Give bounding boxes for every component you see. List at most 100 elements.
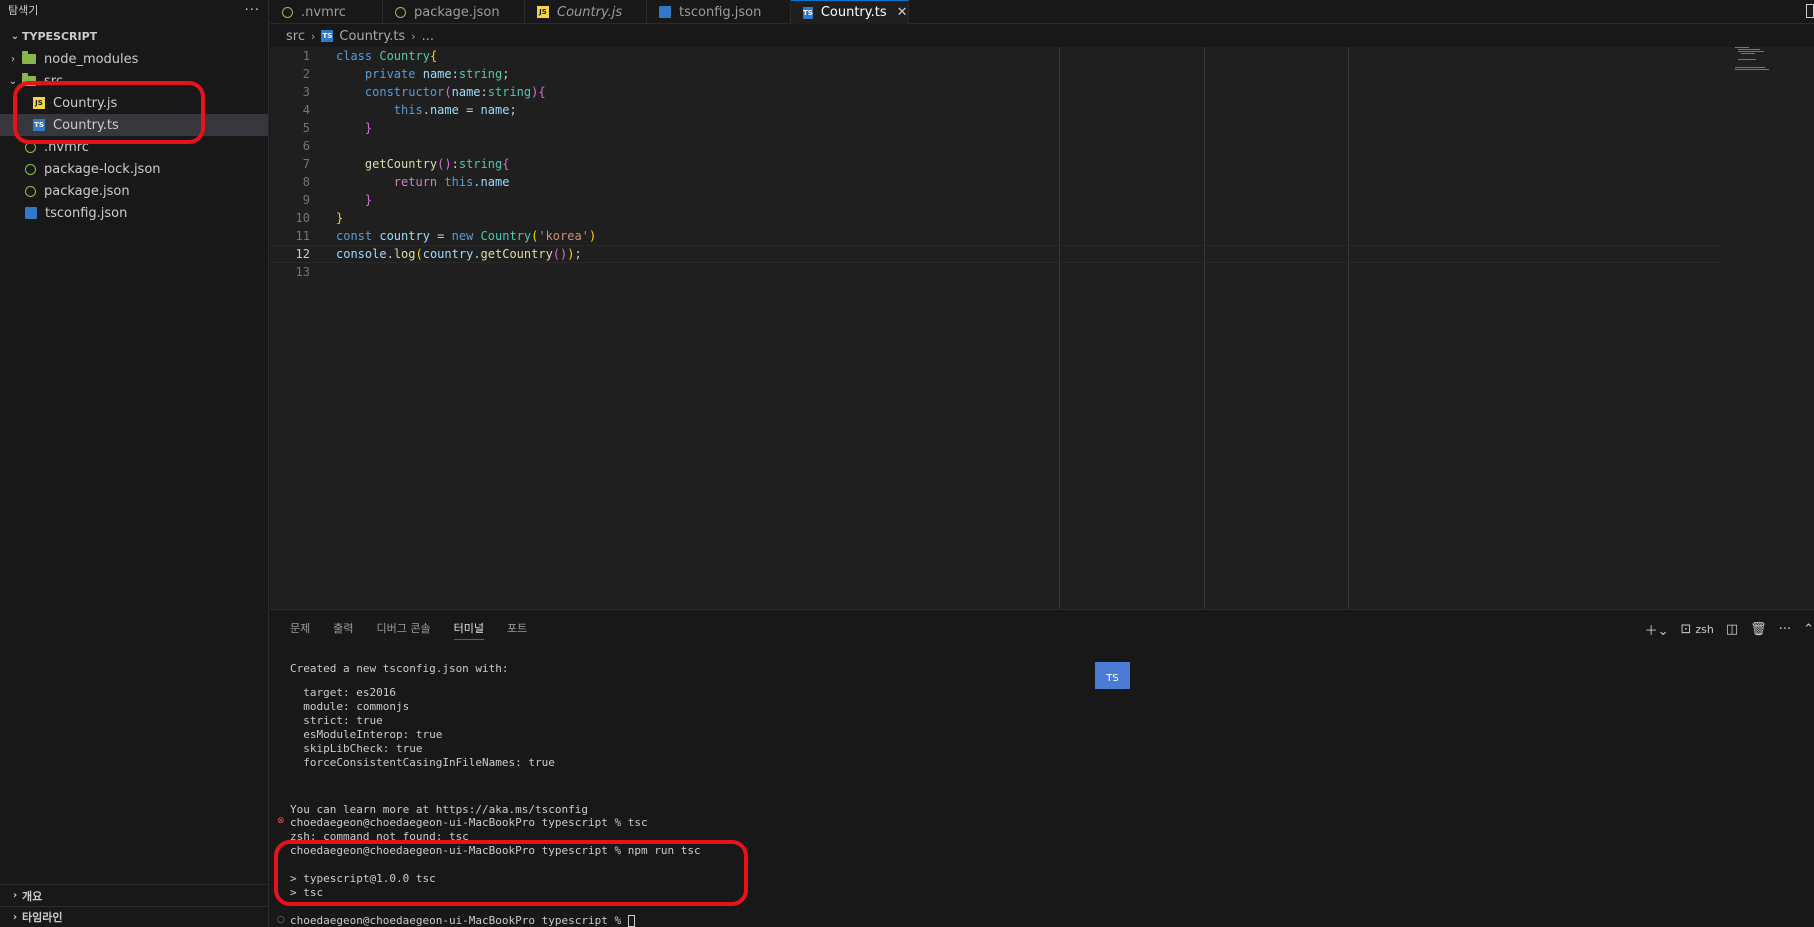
code-line: 9 }: [270, 191, 1720, 209]
code-line: 8 return this.name: [270, 173, 1720, 191]
nvmrc-file-icon: [282, 6, 293, 18]
split-terminal-icon[interactable]: ◫: [1726, 622, 1738, 637]
code-line: 7 getCountry():string{: [270, 155, 1720, 173]
new-terminal-icon[interactable]: ＋⌄: [1645, 620, 1669, 639]
breadcrumb-folder[interactable]: src: [286, 29, 305, 44]
tree-item-nvmrc[interactable]: .nvmrc: [0, 136, 268, 158]
json-file-icon: [395, 6, 406, 18]
shell-name: zsh: [1695, 623, 1714, 636]
json-file-icon: [25, 185, 36, 197]
tree-item-package-json[interactable]: package.json: [0, 180, 268, 202]
tab-ports[interactable]: 포트: [507, 620, 527, 640]
error-decoration-icon[interactable]: ⊗: [277, 816, 285, 826]
terminal-line: module: commonjs: [290, 700, 410, 713]
tree-item-label: node_modules: [44, 51, 139, 67]
terminal-line: forceConsistentCasingInFileNames: true: [290, 756, 555, 769]
project-section-header[interactable]: ⌄ TYPESCRIPT: [0, 25, 268, 47]
code-text: console.log(country.getCountry());: [336, 247, 582, 261]
tab-country-js[interactable]: JS Country.js: [525, 0, 647, 24]
folder-icon: [22, 51, 36, 64]
chevron-right-icon: ›: [11, 53, 15, 65]
code-line: 6: [270, 137, 1720, 155]
line-number: 2: [302, 67, 310, 81]
tree-item-label: tsconfig.json: [45, 205, 128, 221]
line-number: 5: [302, 121, 310, 135]
tab-nvmrc[interactable]: .nvmrc: [270, 0, 383, 24]
code-line: 11 const country = new Country('korea'): [270, 227, 1720, 245]
more-actions-icon[interactable]: ···: [1779, 622, 1791, 637]
tree-item-tsconfig-json[interactable]: tsconfig.json: [0, 202, 268, 224]
folder-icon: [22, 73, 36, 86]
code-line-current: 12 console.log(country.getCountry());: [270, 245, 1720, 263]
tab-label: Country.js: [557, 4, 623, 20]
prompt-text: choedaegeon@choedaegeon-ui-MacBookPro ty…: [290, 914, 628, 927]
breadcrumb-file[interactable]: Country.ts: [339, 29, 405, 44]
terminal-line: esModuleInterop: true: [290, 728, 443, 741]
terminal-line: strict: true: [290, 714, 383, 727]
code-text: private name:string;: [364, 67, 510, 81]
code-editor[interactable]: 1 class Country{ 2 private name:string; …: [270, 47, 1814, 609]
explorer-header: 탐색기 ···: [0, 0, 268, 20]
line-number: 9: [302, 193, 310, 207]
tab-terminal[interactable]: 터미널: [453, 620, 484, 640]
line-number: 11: [295, 229, 310, 243]
tree-item-label: .nvmrc: [44, 139, 89, 155]
trash-icon[interactable]: 🗑: [1750, 622, 1767, 637]
tree-item-package-lock-json[interactable]: package-lock.json: [0, 158, 268, 180]
code-line: 3 constructor(name:string){: [270, 83, 1720, 101]
tab-problems[interactable]: 문제: [290, 620, 310, 640]
terminal-shell-icon[interactable]: ⊡ zsh: [1680, 622, 1713, 637]
line-number: 7: [302, 157, 310, 171]
split-layout-icon[interactable]: [1806, 4, 1814, 18]
terminal-line: > typescript@1.0.0 tsc: [290, 872, 436, 885]
code-line: 5 }: [270, 119, 1720, 137]
tree-item-label: Country.js: [53, 95, 118, 111]
tab-tsconfig-json[interactable]: tsconfig.json: [647, 0, 791, 24]
tree-item-label: Country.ts: [53, 117, 119, 133]
chevron-down-icon: ⌄: [8, 75, 18, 87]
code-line: 1 class Country{: [270, 47, 1720, 65]
ts-file-icon: TS: [321, 30, 334, 42]
line-number: 13: [295, 265, 310, 279]
tree-item-label: package-lock.json: [44, 161, 161, 177]
line-number: 8: [302, 175, 310, 189]
tab-output[interactable]: 출력: [333, 620, 353, 640]
tab-package-json[interactable]: package.json: [383, 0, 525, 24]
tree-item-country-ts[interactable]: TS Country.ts: [0, 114, 268, 136]
code-text: this.name = name;: [393, 103, 517, 117]
terminal-line: > tsc: [290, 886, 324, 899]
tree-item-src[interactable]: ⌄ src: [0, 70, 268, 92]
panel-actions: ＋⌄ ⊡ zsh ◫ 🗑 ··· ⌃: [1633, 620, 1814, 639]
code-text: }: [364, 193, 373, 207]
minimap[interactable]: [1735, 47, 1775, 77]
explorer-sidebar: 탐색기 ··· ⌄ TYPESCRIPT › node_modules ⌄ sr…: [0, 0, 269, 927]
close-icon[interactable]: ✕: [897, 5, 908, 20]
code-text: return this.name: [393, 175, 510, 189]
breadcrumb-more[interactable]: ...: [422, 29, 434, 44]
tree-item-country-js[interactable]: JS Country.js: [0, 92, 268, 114]
outline-section-header[interactable]: › 개요: [0, 884, 268, 906]
command-decoration-icon[interactable]: ○: [277, 915, 285, 925]
line-number: 3: [302, 85, 310, 99]
line-number: 4: [302, 103, 310, 117]
tsconfig-file-icon: [659, 6, 671, 18]
panel-tab-bar: 문제 출력 디버그 콘솔 터미널 포트: [290, 620, 550, 640]
outline-label: 개요: [22, 889, 43, 903]
timeline-section-header[interactable]: › 타임라인: [0, 906, 268, 927]
tab-country-ts[interactable]: TS Country.ts ✕: [791, 0, 909, 24]
tree-item-label: package.json: [44, 183, 130, 199]
chevron-right-icon: ›: [310, 29, 316, 43]
more-actions-icon[interactable]: ···: [245, 3, 260, 18]
chevron-right-icon: ›: [12, 890, 18, 901]
line-number: 1: [302, 49, 310, 63]
bottom-panel: 문제 출력 디버그 콘솔 터미널 포트 ＋⌄ ⊡ zsh ◫ 🗑 ··· ⌃ Cr…: [270, 609, 1814, 927]
terminal-prompt[interactable]: choedaegeon@choedaegeon-ui-MacBookPro ty…: [290, 914, 635, 927]
tree-item-label: src: [44, 73, 63, 89]
terminal-line: skipLibCheck: true: [290, 742, 423, 755]
json-file-icon: [25, 163, 36, 175]
tree-item-node-modules[interactable]: › node_modules: [0, 48, 268, 70]
tab-debug-console[interactable]: 디버그 콘솔: [377, 620, 431, 640]
chevron-up-icon[interactable]: ⌃: [1803, 622, 1814, 637]
terminal-cursor: [627, 915, 635, 927]
editor-tab-bar: .nvmrc package.json JS Country.js tsconf…: [270, 0, 1814, 24]
